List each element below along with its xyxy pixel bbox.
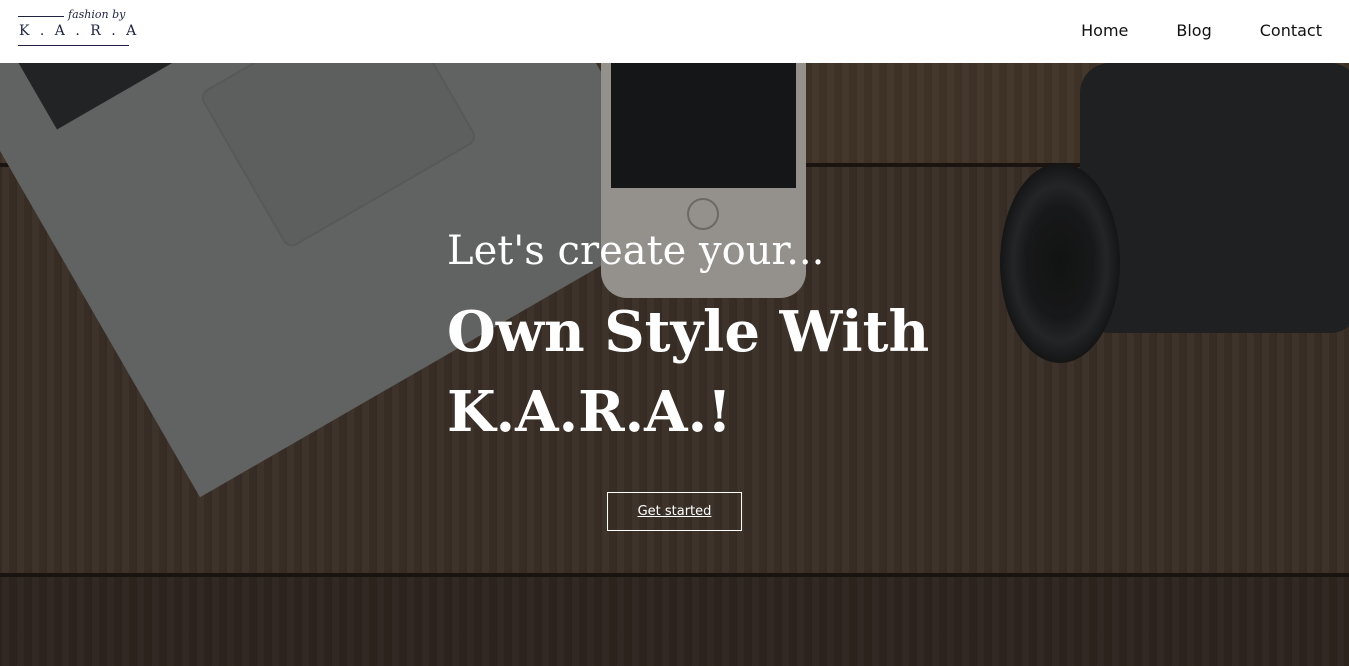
- hero-title: Own Style With K.A.R.A.!: [447, 299, 930, 445]
- nav-link-home[interactable]: Home: [1081, 21, 1128, 41]
- logo-script-text: fashion by: [68, 8, 126, 21]
- get-started-button[interactable]: Get started: [607, 492, 742, 531]
- hero-section: Let's create your... Own Style With K.A.…: [0, 63, 1349, 666]
- nav-link-blog[interactable]: Blog: [1176, 21, 1211, 41]
- site-header: fashion by K . A . R . A Home Blog Conta…: [0, 0, 1349, 63]
- hero-kicker: Let's create your...: [447, 228, 825, 274]
- logo-divider-top: [18, 16, 64, 17]
- logo-divider-bottom: [18, 45, 129, 46]
- nav-link-contact[interactable]: Contact: [1260, 21, 1322, 41]
- logo-wordmark: K . A . R . A: [19, 23, 140, 39]
- main-nav: Home Blog Contact: [1081, 21, 1322, 41]
- hero-content: Let's create your... Own Style With K.A.…: [447, 228, 1047, 452]
- brand-logo[interactable]: fashion by K . A . R . A: [18, 8, 136, 48]
